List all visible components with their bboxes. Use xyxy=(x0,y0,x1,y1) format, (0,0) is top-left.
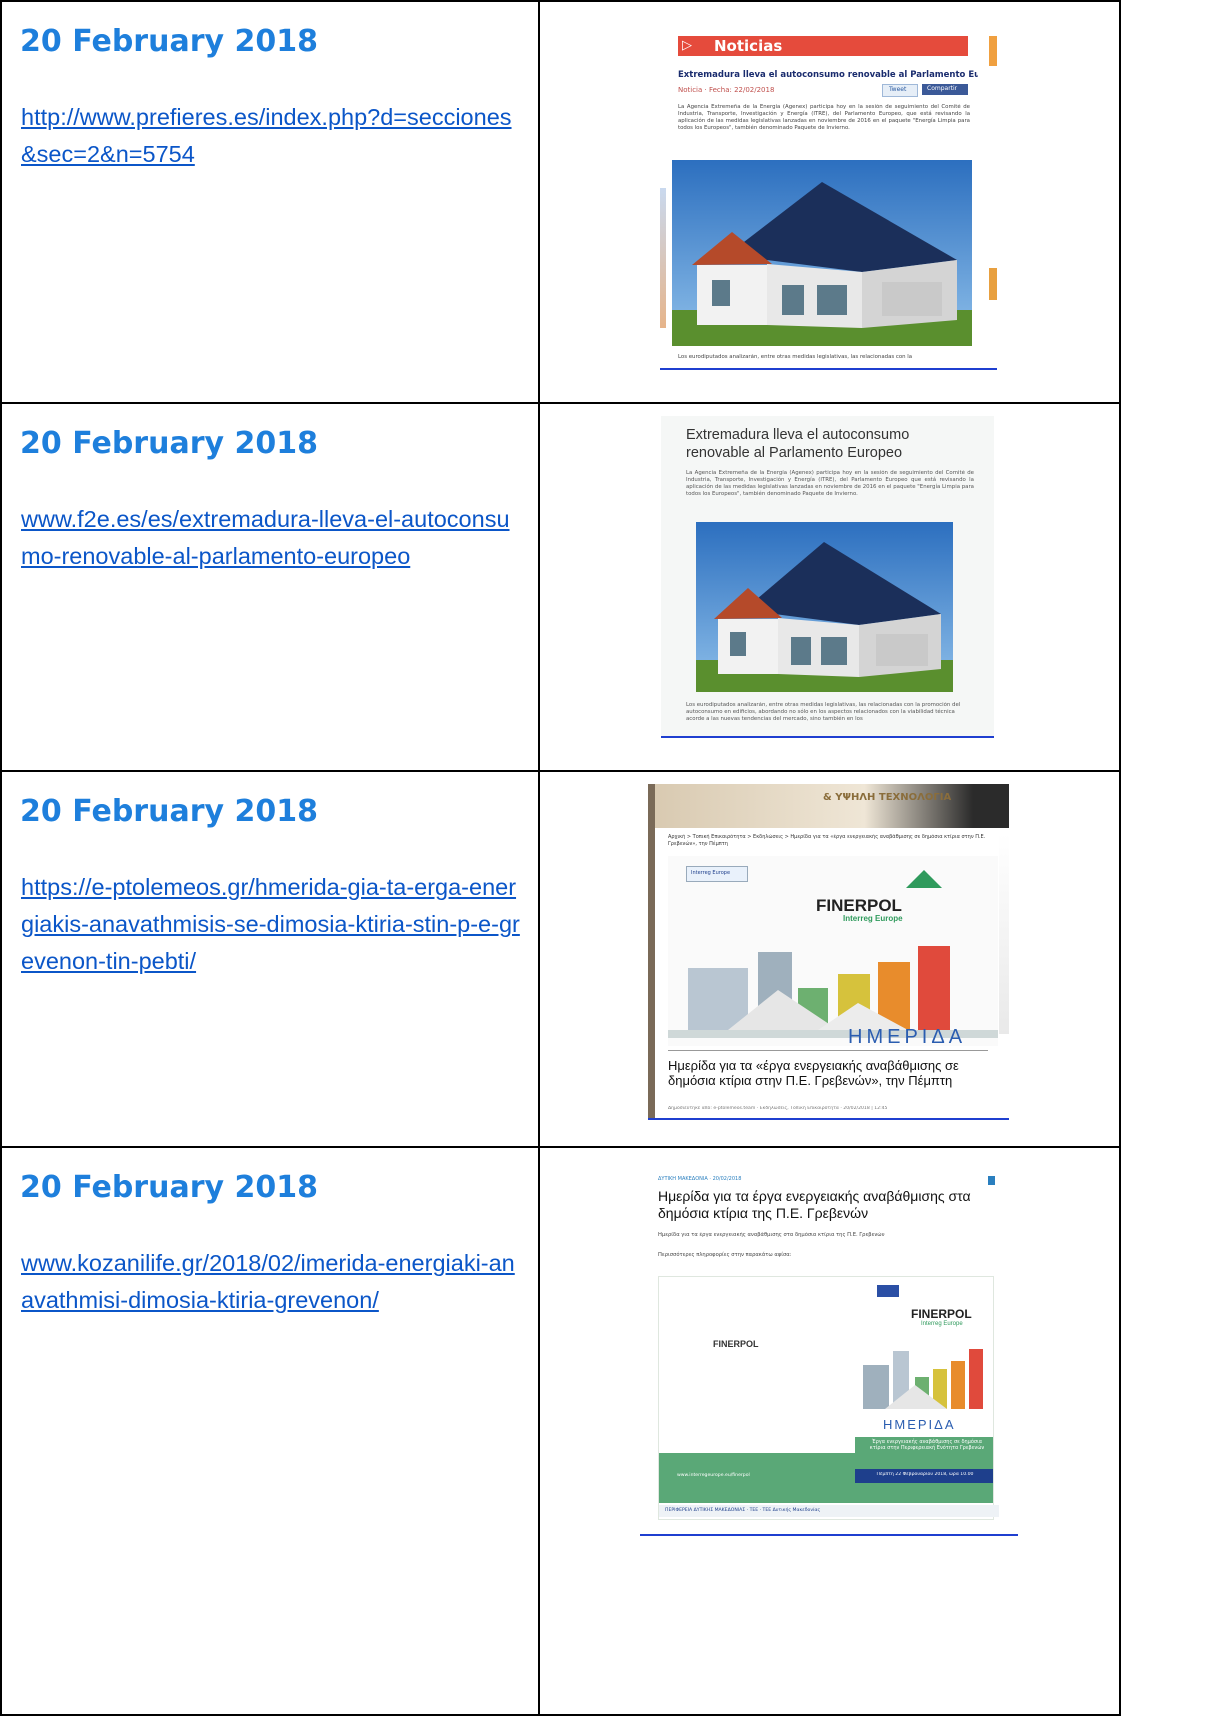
breadcrumb: Αρχική > Τοπική Επικαιρότητα > Εκδηλώσει… xyxy=(668,834,986,847)
publication-date: 20 February 2018 xyxy=(20,794,318,829)
side-ad-strip xyxy=(989,268,997,300)
screenshot-cell: ▷ Noticias Extremadura lleva el autocons… xyxy=(538,0,1121,404)
lead-paragraph: Ημερίδα για τα έργα ενεργειακής αναβάθμι… xyxy=(658,1232,885,1238)
buildings-illustration xyxy=(863,1349,983,1409)
screenshot-cell: & ΥΨΗΛΗ ΤΕΧΝΟΛΟΓΙΑ Αρχική > Τοπική Επικα… xyxy=(538,770,1121,1148)
left-edge xyxy=(648,784,655,1120)
poster-description: Έργα ενεργειακής αναβάθμισης σε δημόσια … xyxy=(869,1439,985,1451)
event-poster: FINERPOL FINERPOL Interreg Europe ΗΜΕΡΙΔ… xyxy=(658,1276,999,1520)
screenshot-cell: Extremadura lleva el autoconsumo renovab… xyxy=(538,402,1121,772)
finerpol-logo-large: FINERPOL xyxy=(911,1307,972,1321)
link-underline xyxy=(640,1534,1018,1536)
info-cell: 20 February 2018 www.f2e.es/es/extremadu… xyxy=(0,402,540,772)
side-ad-strip xyxy=(989,36,997,66)
headline: Ημερίδα για τα «έργα ενεργειακής αναβάθμ… xyxy=(668,1058,959,1088)
byline: Δημοσιεύτηκε από: e-ptolemeos.team · Εκδ… xyxy=(668,1106,888,1111)
solar-house-photo xyxy=(672,160,972,346)
link-underline xyxy=(660,368,997,370)
table-row: 20 February 2018 https://e-ptolemeos.gr/… xyxy=(0,770,1121,1148)
section-banner: ▷ Noticias xyxy=(678,36,968,56)
publication-date: 20 February 2018 xyxy=(20,24,318,59)
tail-paragraph: Los eurodiputados analizarán, entre otra… xyxy=(686,702,961,722)
top-banner: & ΥΨΗΛΗ ΤΕΧΝΟΛΟΓΙΑ xyxy=(648,784,1009,828)
arrow-icon xyxy=(906,870,942,888)
article-clipping[interactable]: & ΥΨΗΛΗ ΤΕΧΝΟΛΟΓΙΑ Αρχική > Τοπική Επικα… xyxy=(648,784,1009,1120)
solar-house-photo xyxy=(696,522,953,692)
more-info: Περισσότερες πληροφορίες στην παρακάτω α… xyxy=(658,1252,792,1258)
sidebar-snippet xyxy=(999,834,1009,1034)
article-meta: Noticia · Fecha: 22/02/2018 xyxy=(678,86,775,94)
article-clipping[interactable]: ΔΥΤΙΚΗ ΜΑΚΕΔΟΝΙΑ · 20/02/2018 Ημερίδα γι… xyxy=(640,1176,1018,1536)
megaphone-icon: ▷ xyxy=(682,38,692,53)
poster-green-block xyxy=(659,1453,859,1503)
finerpol-graphic: Interreg Europe FINERPOL Interreg Europe xyxy=(668,856,998,1048)
tweet-button[interactable]: Tweet xyxy=(882,84,918,97)
side-ad-strip xyxy=(660,188,666,328)
finerpol-logo-sub: Interreg Europe xyxy=(921,1321,963,1327)
article-link[interactable]: http://www.prefieres.es/index.php?d=secc… xyxy=(21,99,526,173)
headline: Extremadura lleva el autoconsumo renovab… xyxy=(678,70,978,80)
info-cell: 20 February 2018 https://e-ptolemeos.gr/… xyxy=(0,770,540,1148)
interreg-eu-logo: Interreg Europe xyxy=(686,866,748,882)
press-coverage-table: 20 February 2018 http://www.prefieres.es… xyxy=(0,0,1121,1716)
share-button[interactable]: Compartir xyxy=(922,84,968,95)
link-underline xyxy=(648,1118,1009,1120)
article-clipping[interactable]: ▷ Noticias Extremadura lleva el autocons… xyxy=(660,30,997,370)
finerpol-logo-sub: Interreg Europe xyxy=(843,914,903,923)
lead-paragraph: La Agencia Extremeña de la Energía (Agen… xyxy=(678,104,970,131)
article-link[interactable]: https://e-ptolemeos.gr/hmerida-gia-ta-er… xyxy=(21,869,526,980)
eu-flag-icon xyxy=(877,1285,899,1297)
rule xyxy=(668,1050,988,1051)
solar-house-illustration xyxy=(672,160,972,346)
finerpol-logo: FINERPOL xyxy=(816,896,902,915)
bookmark-icon xyxy=(988,1176,995,1185)
table-row: 20 February 2018 http://www.prefieres.es… xyxy=(0,0,1121,404)
event-title: ΗΜΕΡΙΔΑ xyxy=(848,1026,967,1048)
solar-house-illustration xyxy=(696,522,953,692)
poster-website: www.interregeurope.eu/finerpol xyxy=(677,1473,750,1478)
article-link[interactable]: www.f2e.es/es/extremadura-lleva-el-autoc… xyxy=(21,501,526,575)
banner-text: & ΥΨΗΛΗ ΤΕΧΝΟΛΟΓΙΑ xyxy=(823,792,952,803)
buildings-illustration xyxy=(668,946,998,1038)
finerpol-logo: FINERPOL xyxy=(713,1339,759,1349)
publication-date: 20 February 2018 xyxy=(20,426,318,461)
article-link[interactable]: www.kozanilife.gr/2018/02/imerida-energi… xyxy=(21,1245,526,1319)
info-cell: 20 February 2018 http://www.prefieres.es… xyxy=(0,0,540,404)
screenshot-cell: ΔΥΤΙΚΗ ΜΑΚΕΔΟΝΙΑ · 20/02/2018 Ημερίδα γι… xyxy=(538,1146,1121,1716)
poster-date: Πέμπτη 22 Φεβρουαρίου 2018, ώρα 10.00 xyxy=(876,1472,974,1477)
kicker: ΔΥΤΙΚΗ ΜΑΚΕΔΟΝΙΑ · 20/02/2018 xyxy=(658,1176,742,1182)
table-row: 20 February 2018 www.f2e.es/es/extremadu… xyxy=(0,402,1121,772)
publication-date: 20 February 2018 xyxy=(20,1170,318,1205)
table-row: 20 February 2018 www.kozanilife.gr/2018/… xyxy=(0,1146,1121,1716)
headline: Ημερίδα για τα έργα ενεργειακής αναβάθμι… xyxy=(658,1188,971,1221)
headline: Extremadura lleva el autoconsumo renovab… xyxy=(686,427,910,461)
info-cell: 20 February 2018 www.kozanilife.gr/2018/… xyxy=(0,1146,540,1716)
event-title: ΗΜΕΡΙΔΑ xyxy=(883,1417,956,1432)
lead-paragraph: La Agencia Extremeña de la Energía (Agen… xyxy=(686,470,974,497)
article-clipping[interactable]: Extremadura lleva el autoconsumo renovab… xyxy=(661,416,994,738)
tail-paragraph: Los eurodiputados analizarán, entre otra… xyxy=(678,354,913,360)
link-underline xyxy=(661,736,994,738)
poster-footer: ΠΕΡΙΦΕΡΕΙΑ ΔΥΤΙΚΗΣ ΜΑΚΕΔΟΝΙΑΣ · ΤΕΕ · ΤΕ… xyxy=(659,1505,999,1517)
section-title: Noticias xyxy=(714,37,783,55)
